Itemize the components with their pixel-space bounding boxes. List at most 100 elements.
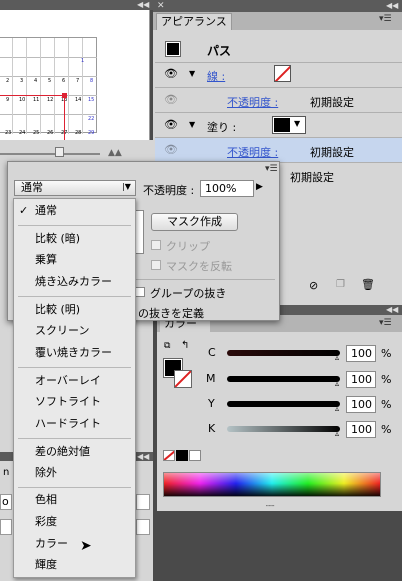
menu-item-saturation[interactable]: 彩度 — [14, 511, 135, 533]
clear-appearance-icon[interactable]: ⊘ — [309, 279, 318, 292]
menu-item-color[interactable]: カラー — [14, 533, 135, 555]
menu-item-darken[interactable]: 比較 (暗) — [14, 228, 135, 250]
selected-path-anchor[interactable] — [62, 93, 67, 98]
mouse-pointer-icon: ➤ — [80, 538, 92, 554]
none-slash-icon — [275, 66, 290, 81]
yellow-slider-thumb[interactable]: ▵ — [335, 404, 339, 413]
selected-path-line — [64, 95, 65, 140]
dock-filler — [157, 511, 402, 581]
cyan-slider[interactable] — [227, 350, 340, 356]
collapse-left-icon[interactable]: ◀◀ — [137, 0, 151, 10]
left-bottom-field[interactable] — [0, 519, 12, 535]
trash-icon[interactable]: 🗑 — [361, 278, 375, 291]
black-value-input[interactable]: 100 — [346, 421, 376, 438]
zoom-slider-track[interactable] — [0, 153, 100, 155]
invert-mask-checkbox[interactable] — [151, 260, 161, 270]
left-bottom-field-text: o — [2, 495, 9, 508]
define-knockout-label: の抜きを定義 — [138, 307, 204, 320]
black-slider-thumb[interactable]: ▵ — [335, 429, 339, 438]
knockout-group-checkbox[interactable] — [135, 287, 145, 297]
visibility-eye-dim-icon[interactable]: 👁 — [164, 143, 178, 156]
calendar-vline — [68, 38, 69, 134]
menu-item-color-dodge[interactable]: 覆い焼きカラー — [14, 342, 135, 364]
stroke-label[interactable]: 線 : — [207, 68, 225, 84]
menu-item-luminosity[interactable]: 輝度 — [14, 554, 135, 576]
menu-item-multiply[interactable]: 乗算 — [14, 249, 135, 271]
right-dock-header — [153, 0, 402, 12]
menu-item-normal[interactable]: 通常 — [14, 200, 135, 222]
chevron-down-icon: ▼ — [294, 119, 301, 128]
panel-menu-icon[interactable]: ▾☰ — [379, 14, 392, 24]
color-spectrum[interactable] — [163, 472, 381, 497]
swap-colors-icon[interactable]: ↰ — [181, 340, 189, 351]
opacity-input[interactable]: 100% — [200, 180, 254, 197]
zoom-large-icon[interactable]: ▲▲ — [108, 148, 122, 158]
knockout-group-label: グループの抜き — [150, 287, 227, 300]
visibility-eye-icon[interactable]: 👁 — [164, 118, 178, 131]
left-bottom-field-3[interactable] — [136, 519, 150, 535]
blend-mode-select[interactable]: 通常 — [14, 180, 136, 196]
make-mask-button[interactable]: マスク作成 — [151, 213, 238, 231]
calendar-day: 11 — [33, 97, 40, 103]
expand-triangle-icon[interactable]: ▼ — [189, 69, 195, 78]
magenta-value-input[interactable]: 100 — [346, 371, 376, 388]
visibility-eye-icon[interactable]: 👁 — [164, 67, 178, 80]
yellow-unit: % — [381, 398, 392, 411]
menu-item-overlay[interactable]: オーバーレイ — [14, 370, 135, 392]
appearance-heading: パス — [207, 44, 232, 58]
menu-item-exclusion[interactable]: 除外 — [14, 462, 135, 484]
visibility-eye-dim-icon[interactable]: 👁 — [164, 93, 178, 106]
menu-item-hue[interactable]: 色相 — [14, 489, 135, 511]
collapse-right-icon[interactable]: ◀◀ — [386, 0, 398, 12]
expand-triangle-icon[interactable]: ▼ — [189, 120, 195, 129]
yellow-value-input[interactable]: 100 — [346, 396, 376, 413]
calendar-day: 29 — [88, 130, 95, 136]
clip-checkbox[interactable] — [151, 240, 161, 250]
menu-item-lighten[interactable]: 比較 (明) — [14, 299, 135, 321]
duplicate-item-icon[interactable]: ❐ — [336, 279, 345, 290]
zoom-slider-thumb[interactable] — [55, 147, 64, 157]
calendar-day: 22 — [88, 116, 95, 122]
default-colors-icon[interactable]: ⧉ — [164, 341, 170, 351]
menu-item-screen[interactable]: スクリーン — [14, 320, 135, 342]
left-bottom-collapse-icon[interactable]: ◀◀ — [137, 452, 149, 461]
stroke-box[interactable] — [174, 370, 192, 388]
appearance-tab[interactable]: アピアランス — [156, 13, 232, 30]
menu-item-color-burn[interactable]: 焼き込みカラー — [14, 271, 135, 293]
calendar-vline — [12, 38, 13, 134]
close-panel-icon[interactable]: ✕ — [157, 0, 165, 12]
none-swatch[interactable] — [163, 450, 175, 461]
black-slider[interactable] — [227, 426, 340, 432]
opacity-link[interactable]: 不透明度 : — [227, 144, 278, 160]
cyan-value-input[interactable]: 100 — [346, 345, 376, 362]
opacity-value: 初期設定 — [310, 96, 354, 109]
magenta-slider[interactable] — [227, 376, 340, 382]
fill-default-value: 初期設定 — [290, 171, 334, 184]
menu-item-difference[interactable]: 差の絶対値 — [14, 441, 135, 463]
calendar-vline — [54, 38, 55, 134]
calendar-day: 24 — [19, 130, 26, 136]
yellow-slider[interactable] — [227, 401, 340, 407]
resize-grip-icon[interactable]: ┅┅ — [266, 502, 274, 510]
menu-separator — [18, 225, 131, 226]
collapse-color-icon[interactable]: ◀◀ — [386, 305, 398, 315]
cyan-slider-thumb[interactable]: ▵ — [335, 353, 339, 362]
panel-menu-icon[interactable]: ▾☰ — [379, 318, 392, 328]
left-bottom-field-2[interactable] — [136, 494, 150, 510]
white-swatch[interactable] — [189, 450, 201, 461]
panel-menu-icon[interactable]: ▾☰ — [265, 164, 278, 174]
black-swatch[interactable] — [176, 450, 188, 461]
menu-item-soft-light[interactable]: ソフトライト — [14, 391, 135, 413]
menu-item-hard-light[interactable]: ハードライト — [14, 413, 135, 435]
opacity-link[interactable]: 不透明度 : — [227, 94, 278, 110]
chevron-down-icon[interactable]: |▼ — [122, 182, 131, 191]
menu-separator — [18, 367, 131, 368]
opacity-dropdown-icon[interactable]: ▶ — [256, 182, 263, 192]
selected-row-highlight — [155, 138, 402, 162]
opacity-value: 初期設定 — [310, 146, 354, 159]
magenta-label: M — [206, 372, 216, 385]
calendar-vline — [82, 38, 83, 134]
stroke-swatch[interactable] — [274, 65, 291, 82]
magenta-slider-thumb[interactable]: ▵ — [335, 379, 339, 388]
fill-swatch[interactable]: ▼ — [272, 116, 306, 134]
